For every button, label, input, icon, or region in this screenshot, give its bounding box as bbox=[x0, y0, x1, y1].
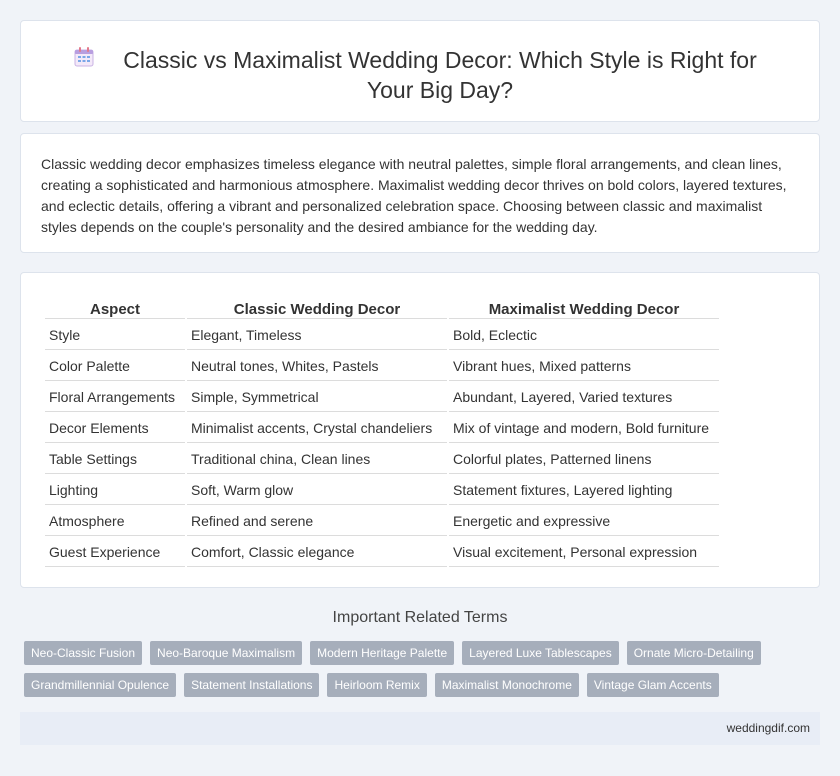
intro-paragraph: Classic wedding decor emphasizes timeles… bbox=[41, 156, 787, 235]
tag-grandmillennial-opulence[interactable]: Grandmillennial Opulence bbox=[24, 673, 177, 697]
tag-statement-installations[interactable]: Statement Installations bbox=[184, 673, 320, 697]
cell-maximalist: Colorful plates, Patterned linens bbox=[449, 445, 719, 474]
cell-maximalist: Energetic and expressive bbox=[449, 507, 719, 536]
table-row: Decor Elements Minimalist accents, Cryst… bbox=[45, 414, 719, 443]
related-terms-heading: Important Related Terms bbox=[332, 609, 508, 626]
cell-classic: Soft, Warm glow bbox=[187, 476, 447, 505]
cell-aspect: Floral Arrangements bbox=[45, 383, 185, 412]
cell-classic: Refined and serene bbox=[187, 507, 447, 536]
tag-vintage-glam-accents[interactable]: Vintage Glam Accents bbox=[586, 673, 719, 697]
cell-maximalist: Abundant, Layered, Varied textures bbox=[449, 383, 719, 412]
table-row: Floral Arrangements Simple, Symmetrical … bbox=[45, 383, 719, 412]
table-row: Atmosphere Refined and serene Energetic … bbox=[45, 507, 719, 536]
cell-classic: Traditional china, Clean lines bbox=[187, 445, 447, 474]
intro-card: Classic wedding decor emphasizes timeles… bbox=[20, 133, 820, 253]
cell-classic: Comfort, Classic elegance bbox=[187, 538, 447, 567]
tag-neo-baroque-maximalism[interactable]: Neo-Baroque Maximalism bbox=[150, 641, 303, 665]
cell-aspect: Lighting bbox=[45, 476, 185, 505]
cell-aspect: Style bbox=[45, 321, 185, 350]
header-classic: Classic Wedding Decor bbox=[187, 297, 447, 319]
footer: weddingdif.com bbox=[20, 712, 820, 745]
table-row: Guest Experience Comfort, Classic elegan… bbox=[45, 538, 719, 567]
tag-neo-classic-fusion[interactable]: Neo-Classic Fusion bbox=[24, 641, 143, 665]
tag-row: Grandmillennial Opulence Statement Insta… bbox=[24, 673, 804, 697]
page-title: Classic vs Maximalist Wedding Decor: Whi… bbox=[123, 47, 757, 103]
table-row: Lighting Soft, Warm glow Statement fixtu… bbox=[45, 476, 719, 505]
cell-classic: Simple, Symmetrical bbox=[187, 383, 447, 412]
header-card: Classic vs Maximalist Wedding Decor: Whi… bbox=[20, 20, 820, 122]
table-row: Color Palette Neutral tones, Whites, Pas… bbox=[45, 352, 719, 381]
cell-maximalist: Vibrant hues, Mixed patterns bbox=[449, 352, 719, 381]
cell-aspect: Table Settings bbox=[45, 445, 185, 474]
cell-maximalist: Bold, Eclectic bbox=[449, 321, 719, 350]
table-row: Style Elegant, Timeless Bold, Eclectic bbox=[45, 321, 719, 350]
tag-layered-luxe-tablescapes[interactable]: Layered Luxe Tablescapes bbox=[462, 641, 619, 665]
comparison-table: Aspect Classic Wedding Decor Maximalist … bbox=[43, 295, 721, 569]
tag-maximalist-monochrome[interactable]: Maximalist Monochrome bbox=[434, 673, 579, 697]
cell-aspect: Atmosphere bbox=[45, 507, 185, 536]
cell-aspect: Color Palette bbox=[45, 352, 185, 381]
header-aspect: Aspect bbox=[45, 297, 185, 319]
tag-ornate-micro-detailing[interactable]: Ornate Micro-Detailing bbox=[626, 641, 761, 665]
cell-maximalist: Mix of vintage and modern, Bold furnitur… bbox=[449, 414, 719, 443]
cell-classic: Neutral tones, Whites, Pastels bbox=[187, 352, 447, 381]
header-maximalist: Maximalist Wedding Decor bbox=[449, 297, 719, 319]
tag-heirloom-remix[interactable]: Heirloom Remix bbox=[327, 673, 427, 697]
cell-maximalist: Visual excitement, Personal expression bbox=[449, 538, 719, 567]
footer-site[interactable]: weddingdif.com bbox=[727, 721, 810, 735]
tag-modern-heritage-palette[interactable]: Modern Heritage Palette bbox=[310, 641, 455, 665]
related-terms-tags: Neo-Classic Fusion Neo-Baroque Maximalis… bbox=[24, 641, 804, 705]
comparison-table-card: Aspect Classic Wedding Decor Maximalist … bbox=[20, 272, 820, 588]
cell-classic: Elegant, Timeless bbox=[187, 321, 447, 350]
table-row: Table Settings Traditional china, Clean … bbox=[45, 445, 719, 474]
cell-aspect: Guest Experience bbox=[45, 538, 185, 567]
cell-classic: Minimalist accents, Crystal chandeliers bbox=[187, 414, 447, 443]
cell-aspect: Decor Elements bbox=[45, 414, 185, 443]
tag-row: Neo-Classic Fusion Neo-Baroque Maximalis… bbox=[24, 641, 804, 665]
cell-maximalist: Statement fixtures, Layered lighting bbox=[449, 476, 719, 505]
table-header-row: Aspect Classic Wedding Decor Maximalist … bbox=[45, 297, 719, 319]
